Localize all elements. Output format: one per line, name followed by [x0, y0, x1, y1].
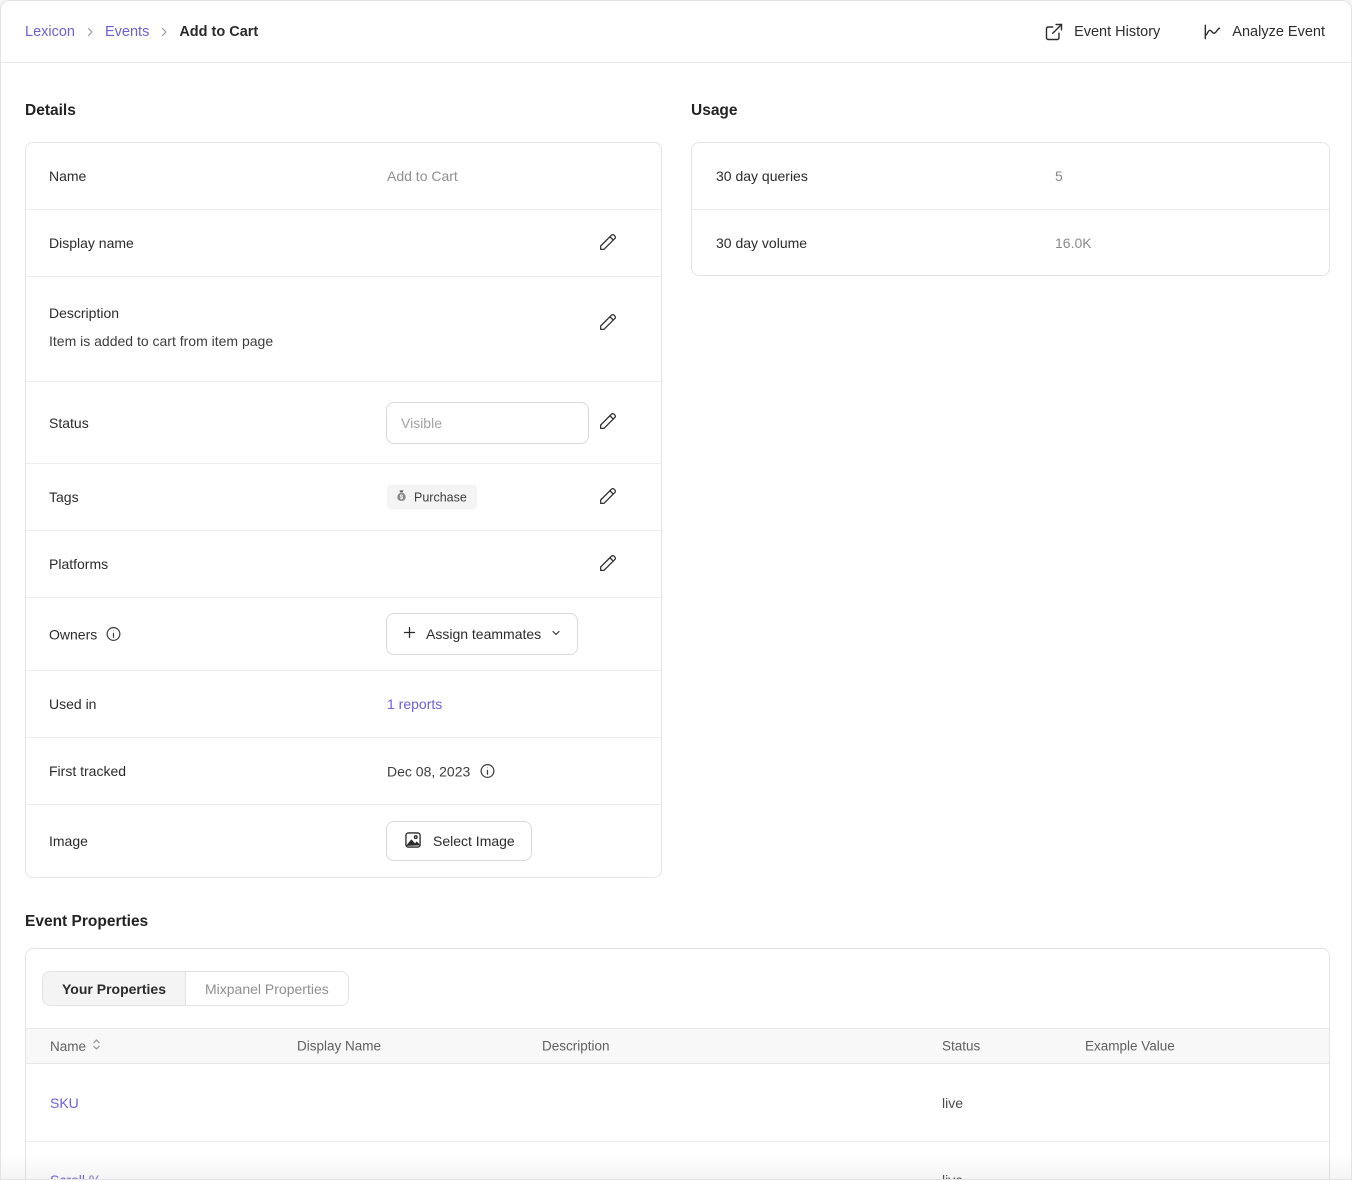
- edit-display-name-button[interactable]: [597, 232, 619, 254]
- owners-label: Owners: [49, 626, 97, 642]
- event-history-label: Event History: [1074, 24, 1160, 40]
- details-card: Name Add to Cart Display name Descriptio…: [25, 142, 662, 878]
- detail-row-owners: Owners Assign teammates: [26, 597, 661, 670]
- info-icon[interactable]: [105, 626, 122, 643]
- detail-row-used-in: Used in 1 reports: [26, 670, 661, 737]
- status-input[interactable]: [386, 402, 589, 444]
- assign-teammates-label: Assign teammates: [426, 626, 541, 642]
- detail-row-first-tracked: First tracked Dec 08, 2023: [26, 737, 661, 804]
- usage-row-queries: 30 day queries 5: [692, 143, 1329, 209]
- usage-volume-label: 30 day volume: [716, 235, 807, 251]
- property-status: live: [942, 1172, 963, 1180]
- description-value: Item is added to cart from item page: [49, 333, 273, 349]
- sort-icon[interactable]: [92, 1038, 101, 1054]
- lexicon-event-detail-page: Lexicon Events Add to Cart Event Hist: [0, 0, 1352, 1180]
- event-properties-section-title: Event Properties: [25, 913, 148, 931]
- analyze-event-label: Analyze Event: [1232, 24, 1325, 40]
- event-history-button[interactable]: Event History: [1044, 22, 1160, 42]
- property-status: live: [942, 1095, 963, 1111]
- table-row: Scroll % live: [26, 1141, 1329, 1180]
- name-value: Add to Cart: [387, 168, 458, 184]
- usage-section-title: Usage: [691, 102, 738, 120]
- tab-mixpanel-properties[interactable]: Mixpanel Properties: [185, 972, 348, 1005]
- usage-card: 30 day queries 5 30 day volume 16.0K: [691, 142, 1330, 276]
- usage-row-volume: 30 day volume 16.0K: [692, 209, 1329, 275]
- detail-row-image: Image Select Image: [26, 804, 661, 877]
- breadcrumb-current-event: Add to Cart: [179, 24, 258, 40]
- description-label: Description: [49, 305, 119, 321]
- detail-row-tags: Tags $ Purchase: [26, 463, 661, 530]
- pencil-icon: [598, 553, 618, 576]
- usage-queries-label: 30 day queries: [716, 168, 808, 184]
- property-link-scroll[interactable]: Scroll %: [50, 1172, 101, 1180]
- chevron-right-icon: [158, 26, 170, 38]
- image-icon: [403, 830, 423, 853]
- properties-table-header: Name Display Name Description Status Exa…: [26, 1028, 1329, 1064]
- used-in-reports-link[interactable]: 1 reports: [387, 696, 442, 712]
- properties-tabs: Your Properties Mixpanel Properties: [42, 971, 349, 1006]
- breadcrumb-link-events[interactable]: Events: [105, 24, 149, 40]
- detail-row-platforms: Platforms: [26, 530, 661, 597]
- pencil-icon: [598, 411, 618, 434]
- breadcrumb: Lexicon Events Add to Cart: [25, 24, 258, 40]
- pencil-icon: [598, 232, 618, 255]
- select-image-label: Select Image: [433, 833, 515, 849]
- plus-icon: [402, 625, 417, 643]
- external-link-icon: [1044, 22, 1064, 42]
- info-icon[interactable]: [479, 763, 496, 780]
- detail-row-description: Description Item is added to cart from i…: [26, 276, 661, 381]
- edit-tags-button[interactable]: [597, 486, 619, 508]
- line-chart-icon: [1202, 22, 1222, 42]
- tab-your-properties[interactable]: Your Properties: [43, 972, 185, 1005]
- column-header-name[interactable]: Name: [50, 1039, 86, 1054]
- edit-status-button[interactable]: [597, 412, 619, 434]
- column-header-display-name: Display Name: [297, 1039, 381, 1054]
- first-tracked-value: Dec 08, 2023: [387, 763, 470, 779]
- status-label: Status: [49, 415, 89, 431]
- details-section-title: Details: [25, 102, 76, 120]
- top-actions: Event History Analyze Event: [1044, 22, 1325, 42]
- chevron-down-icon: [550, 626, 562, 642]
- property-link-sku[interactable]: SKU: [50, 1095, 79, 1111]
- usage-volume-value: 16.0K: [1055, 235, 1092, 251]
- tag-chip-purchase[interactable]: $ Purchase: [387, 485, 477, 510]
- detail-row-status: Status: [26, 381, 661, 463]
- tags-label: Tags: [49, 489, 79, 505]
- select-image-button[interactable]: Select Image: [386, 821, 532, 861]
- usage-queries-value: 5: [1055, 168, 1063, 184]
- edit-description-button[interactable]: [597, 312, 619, 334]
- column-header-description: Description: [542, 1039, 610, 1054]
- chevron-right-icon: [84, 26, 96, 38]
- image-label: Image: [49, 833, 88, 849]
- display-name-label: Display name: [49, 235, 134, 251]
- used-in-label: Used in: [49, 696, 96, 712]
- platforms-label: Platforms: [49, 556, 108, 572]
- column-header-status: Status: [942, 1039, 980, 1054]
- detail-row-display-name: Display name: [26, 209, 661, 276]
- tag-label: Purchase: [414, 490, 467, 504]
- pencil-icon: [598, 486, 618, 509]
- breadcrumb-link-lexicon[interactable]: Lexicon: [25, 24, 75, 40]
- assign-teammates-button[interactable]: Assign teammates: [386, 613, 578, 655]
- top-bar: Lexicon Events Add to Cart Event Hist: [1, 1, 1351, 63]
- name-label: Name: [49, 168, 86, 184]
- pencil-icon: [598, 312, 618, 335]
- edit-platforms-button[interactable]: [597, 553, 619, 575]
- column-header-example-value: Example Value: [1085, 1039, 1175, 1054]
- table-row: SKU live: [26, 1064, 1329, 1141]
- detail-row-name: Name Add to Cart: [26, 143, 661, 209]
- first-tracked-label: First tracked: [49, 763, 126, 779]
- analyze-event-button[interactable]: Analyze Event: [1202, 22, 1325, 42]
- money-bag-icon: $: [395, 489, 408, 505]
- event-properties-card: Your Properties Mixpanel Properties Name…: [25, 948, 1330, 1180]
